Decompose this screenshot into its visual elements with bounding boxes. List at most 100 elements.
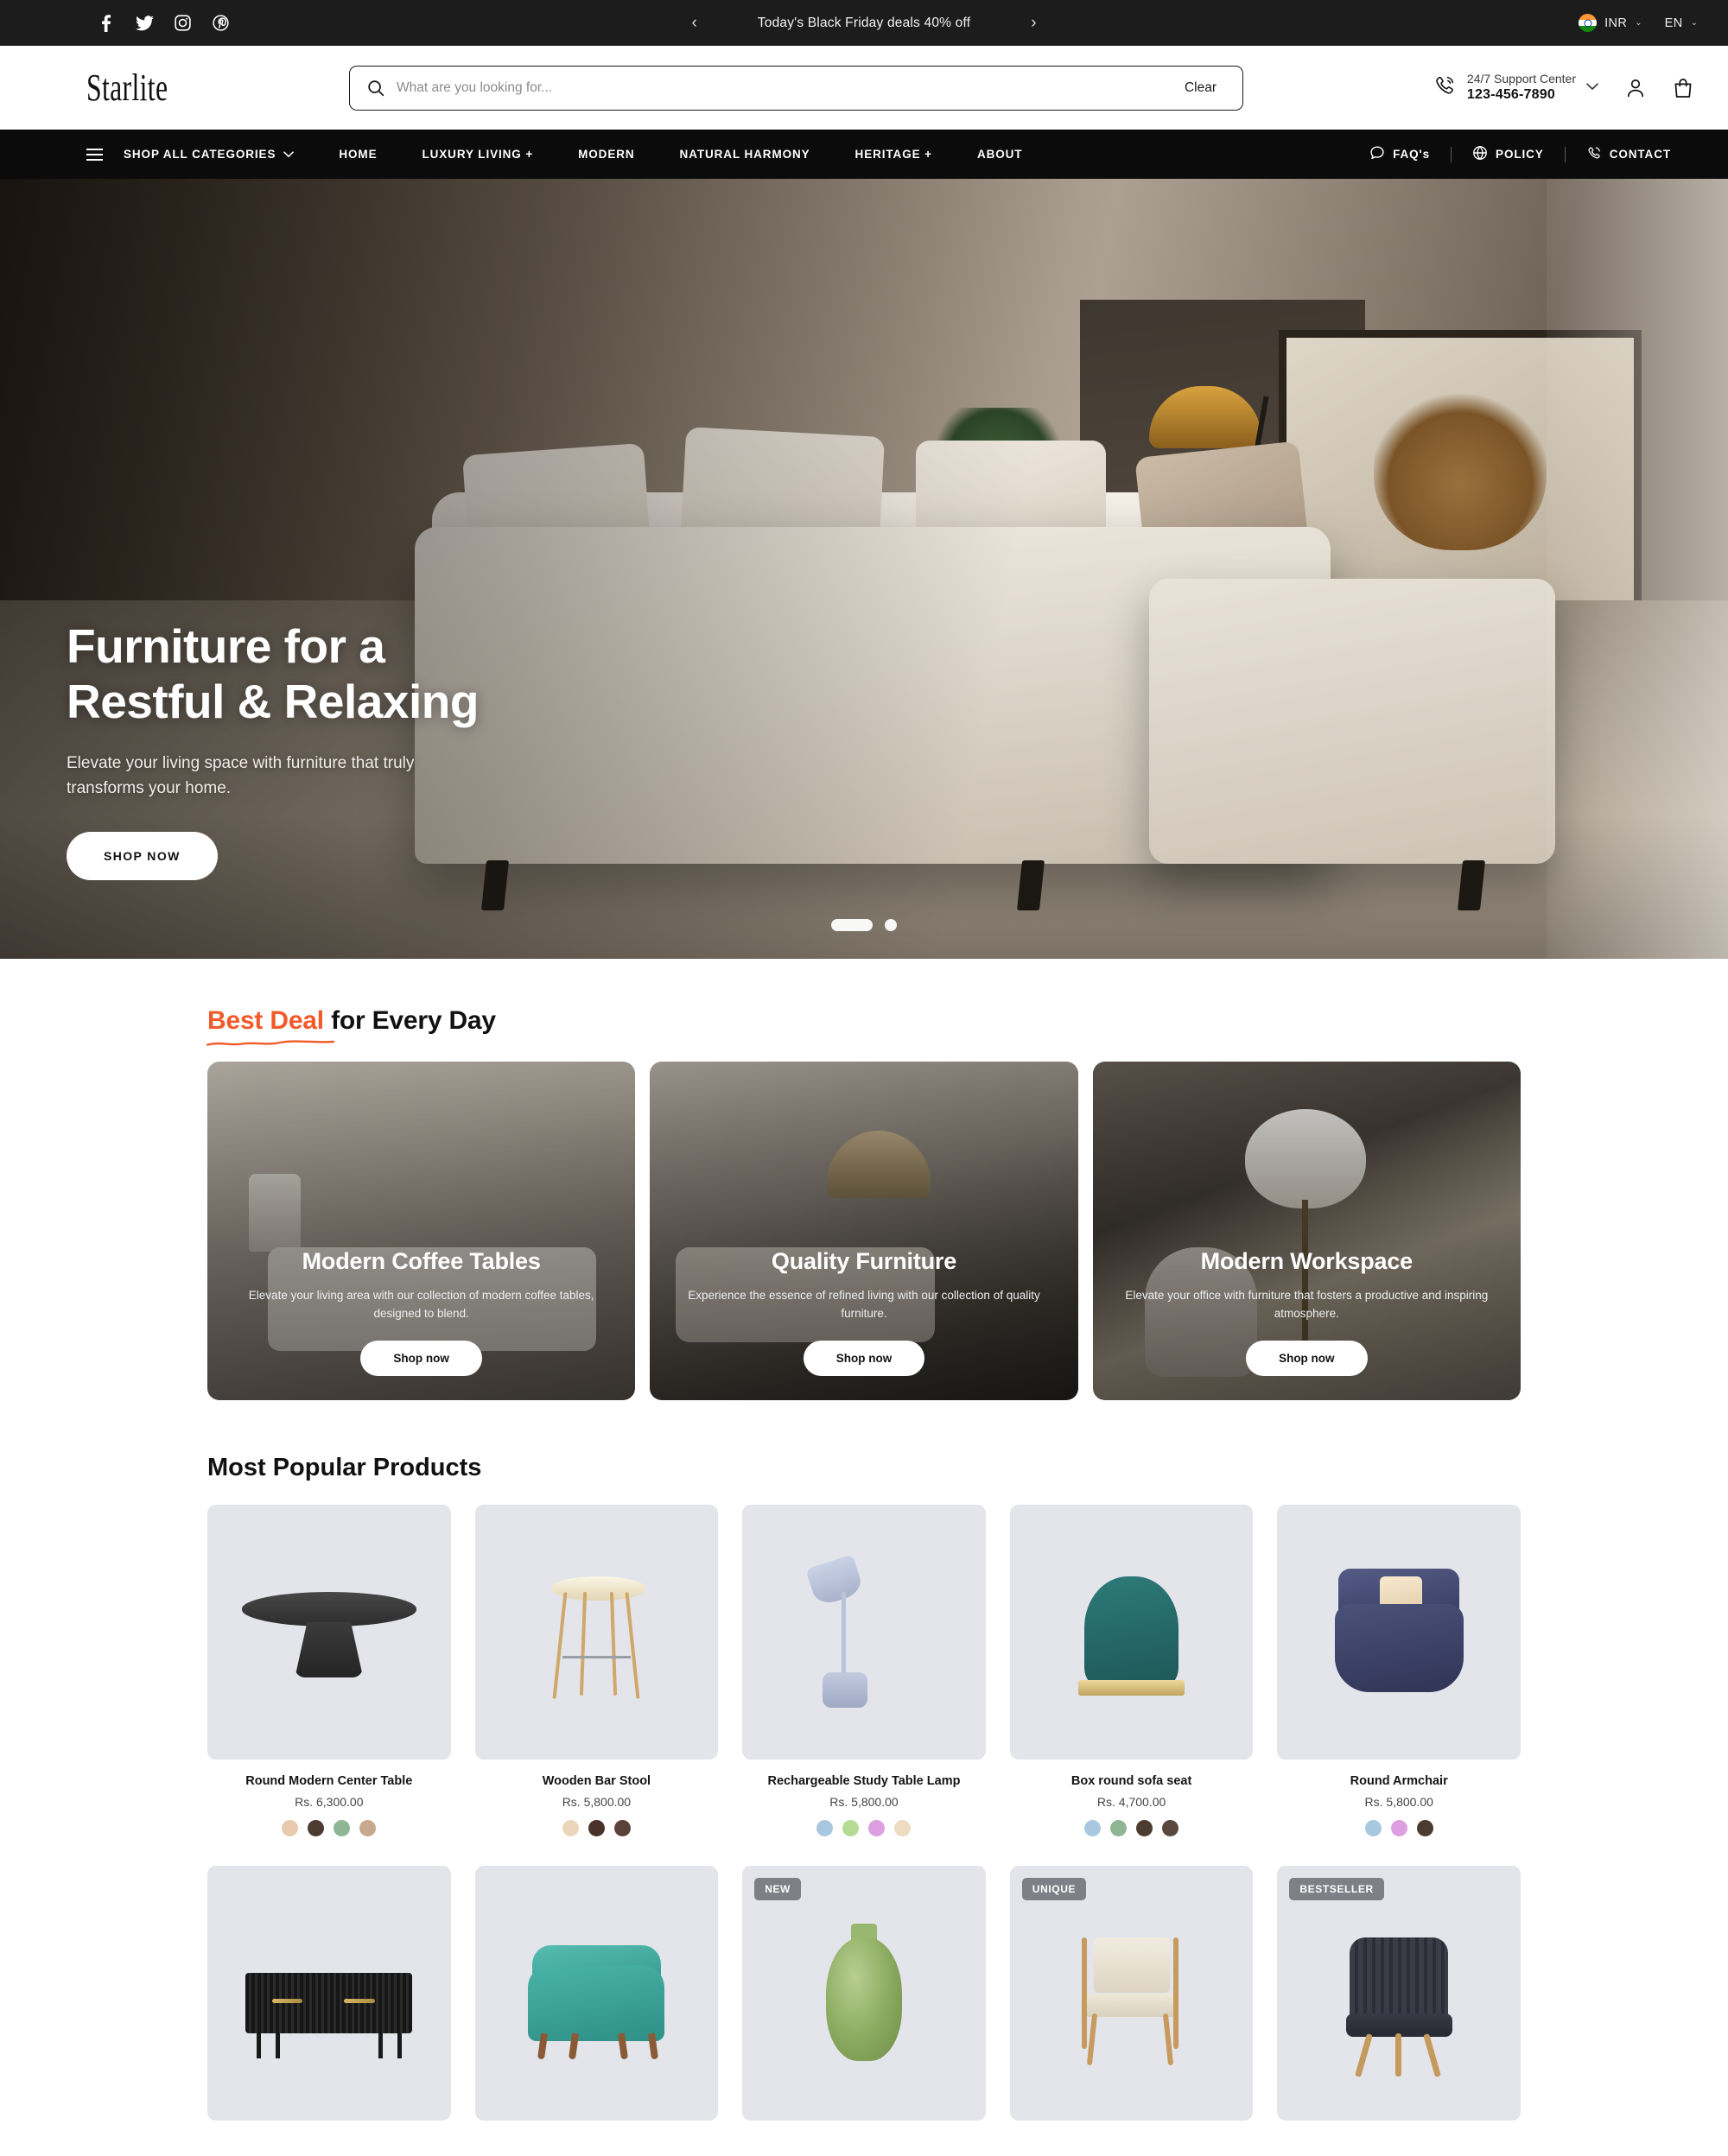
search-bar: Clear	[349, 65, 1243, 111]
box-round-sofa-seat-illustration	[1037, 1532, 1227, 1731]
deal-card-description: Elevate your office with furniture that …	[1125, 1289, 1489, 1321]
color-swatch[interactable]	[868, 1820, 886, 1836]
twitter-icon[interactable]	[135, 14, 154, 33]
hero-dot-1[interactable]	[831, 919, 873, 931]
deal-card-shop-now-button[interactable]: Shop now	[1246, 1341, 1368, 1376]
hero-subtitle: Elevate your living space with furniture…	[67, 753, 415, 798]
social-links	[97, 14, 230, 33]
currency-selector[interactable]: INR ⌄	[1579, 14, 1642, 32]
site-header: Starlite Clear 24/7 Support Center 123-4…	[0, 46, 1728, 130]
product-name: Rechargeable Study Table Lamp	[767, 1774, 961, 1788]
product-image	[207, 1505, 451, 1760]
site-logo[interactable]: Starlite	[86, 66, 168, 110]
product-grid-row-2: NEW UNIQUE BESTSELLER	[207, 1866, 1521, 2121]
nav-link-faqs[interactable]: FAQ's	[1349, 145, 1451, 163]
instagram-icon[interactable]	[173, 14, 192, 33]
hero-title-line-2: Restful & Relaxing	[67, 674, 479, 728]
product-price: Rs. 5,800.00	[562, 1795, 632, 1809]
product-card[interactable]: Round Modern Center Table Rs. 6,300.00	[207, 1505, 451, 1836]
announcement-prev-button[interactable]: ‹	[691, 14, 696, 33]
product-card[interactable]: NEW	[742, 1866, 986, 2121]
color-swatch[interactable]	[282, 1820, 299, 1836]
color-swatch[interactable]	[1084, 1820, 1102, 1836]
product-image: BESTSELLER	[1277, 1866, 1521, 2121]
deal-card-modern-coffee-tables[interactable]: Modern Coffee Tables Elevate your living…	[207, 1062, 636, 1400]
india-flag-icon	[1579, 14, 1598, 32]
cart-icon[interactable]	[1673, 77, 1693, 99]
color-swatch[interactable]	[334, 1820, 351, 1836]
support-label: 24/7 Support Center	[1466, 71, 1576, 86]
product-grid-row-1: Round Modern Center Table Rs. 6,300.00 W…	[207, 1505, 1521, 1836]
product-card[interactable]	[474, 1866, 719, 2121]
nav-link-faqs-label: FAQ's	[1393, 148, 1431, 161]
chevron-down-icon: ⌄	[1690, 18, 1698, 28]
top-announcement-bar: ‹ Today's Black Friday deals 40% off › I…	[0, 0, 1728, 46]
black-tv-cabinet-illustration	[234, 1893, 424, 2092]
hero-dot-2[interactable]	[885, 919, 897, 931]
color-swatches	[207, 1820, 451, 1836]
best-deal-heading-rest: for Every Day	[323, 1006, 496, 1035]
color-swatches	[742, 1820, 986, 1836]
product-price: Rs. 6,300.00	[295, 1795, 364, 1809]
pinterest-icon[interactable]	[211, 14, 230, 33]
color-swatch[interactable]	[562, 1820, 579, 1836]
nav-item-luxury-living[interactable]: LUXURY LIVING +	[399, 148, 556, 161]
search-input[interactable]	[397, 79, 1185, 96]
announcement-next-button[interactable]: ›	[1031, 14, 1036, 33]
support-center[interactable]: 24/7 Support Center 123-456-7890	[1433, 72, 1598, 105]
round-center-table-illustration	[234, 1532, 424, 1731]
hero-shop-now-button[interactable]: SHOP NOW	[67, 832, 218, 881]
nav-link-contact[interactable]: CONTACT	[1566, 145, 1692, 163]
color-swatch[interactable]	[359, 1820, 377, 1836]
nav-item-heritage[interactable]: HERITAGE +	[833, 148, 955, 161]
deal-card-quality-furniture[interactable]: Quality Furniture Experience the essence…	[650, 1062, 1078, 1400]
bar-stool-illustration	[502, 1532, 692, 1731]
facebook-icon[interactable]	[97, 14, 116, 33]
product-card[interactable]: Wooden Bar Stool Rs. 5,800.00	[474, 1505, 719, 1836]
deal-card-shop-now-button[interactable]: Shop now	[360, 1341, 482, 1376]
deal-card-shop-now-button[interactable]: Shop now	[803, 1341, 925, 1376]
chevron-down-icon: ⌄	[1635, 18, 1642, 28]
color-swatch[interactable]	[1162, 1820, 1179, 1836]
product-name: Round Armchair	[1350, 1774, 1448, 1788]
color-swatch[interactable]	[1416, 1820, 1433, 1836]
nav-item-modern[interactable]: MODERN	[556, 148, 657, 161]
shop-all-categories-button[interactable]: SHOP ALL CATEGORIES	[86, 148, 316, 161]
round-armchair-illustration	[1304, 1532, 1494, 1731]
language-selector[interactable]: EN ⌄	[1665, 16, 1698, 30]
clear-search-button[interactable]: Clear	[1185, 80, 1217, 96]
product-card[interactable]: Round Armchair Rs. 5,800.00	[1277, 1505, 1521, 1836]
deal-card-description: Elevate your living area with our collec…	[248, 1289, 594, 1321]
deal-card-title: Modern Workspace	[1200, 1248, 1414, 1275]
nav-link-policy[interactable]: POLICY	[1452, 145, 1565, 163]
color-swatch[interactable]	[308, 1820, 325, 1836]
product-card[interactable]: Box round sofa seat Rs. 4,700.00	[1009, 1505, 1254, 1836]
nav-item-about[interactable]: ABOUT	[955, 148, 1045, 161]
nav-item-home[interactable]: HOME	[316, 148, 399, 161]
product-card[interactable]	[207, 1866, 451, 2121]
product-image: UNIQUE	[1009, 1866, 1254, 2121]
color-swatch[interactable]	[842, 1820, 860, 1836]
account-icon[interactable]	[1624, 77, 1647, 99]
deal-card-modern-workspace[interactable]: Modern Workspace Elevate your office wit…	[1092, 1062, 1521, 1400]
color-swatch[interactable]	[1390, 1820, 1407, 1836]
teal-loveseat-illustration	[502, 1893, 692, 2092]
product-card[interactable]: UNIQUE	[1009, 1866, 1254, 2121]
color-swatch[interactable]	[588, 1820, 605, 1836]
green-vase-illustration	[769, 1893, 959, 2092]
product-badge-new: NEW	[754, 1878, 801, 1900]
color-swatch[interactable]	[816, 1820, 834, 1836]
chat-icon	[1369, 145, 1385, 163]
product-image	[1277, 1505, 1521, 1760]
product-card[interactable]: Rechargeable Study Table Lamp Rs. 5,800.…	[742, 1505, 986, 1836]
color-swatch[interactable]	[613, 1820, 631, 1836]
product-card[interactable]: BESTSELLER	[1277, 1866, 1521, 2121]
best-deal-heading: Best Deal for Every Day	[206, 1006, 1521, 1046]
color-swatch[interactable]	[894, 1820, 912, 1836]
chevron-down-icon	[283, 148, 295, 161]
color-swatch[interactable]	[1364, 1820, 1382, 1836]
color-swatch[interactable]	[1110, 1820, 1128, 1836]
nav-item-natural-harmony[interactable]: NATURAL HARMONY	[658, 148, 833, 161]
chevron-down-icon	[1586, 82, 1598, 93]
color-swatch[interactable]	[1136, 1820, 1153, 1836]
